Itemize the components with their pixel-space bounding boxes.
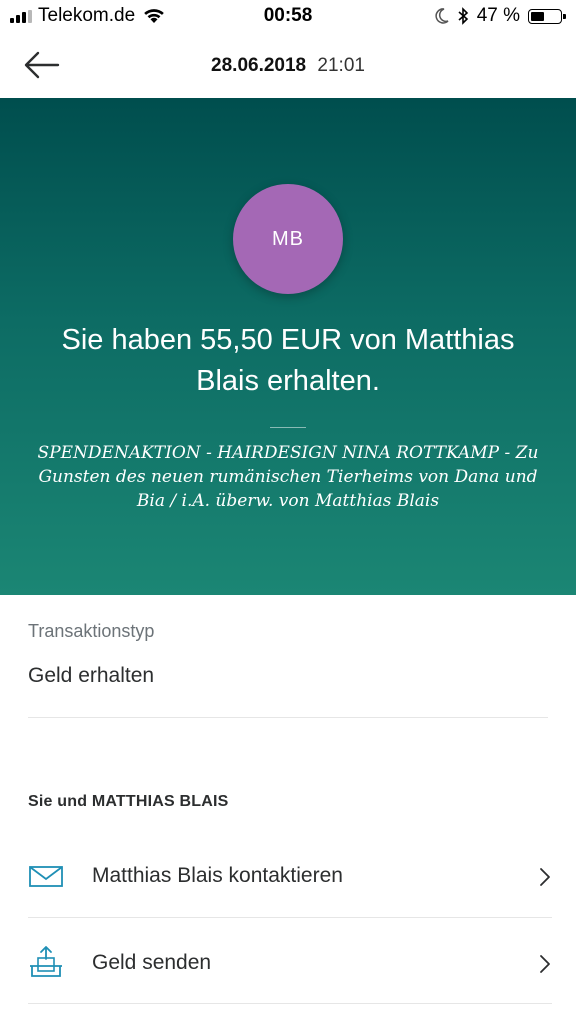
battery-icon [528, 8, 566, 24]
transaction-time: 21:01 [317, 55, 365, 76]
status-bar-right: 47 % [435, 5, 566, 27]
moon-icon [435, 8, 449, 24]
section-title: Sie und MATTHIAS BLAIS [28, 793, 229, 810]
transaction-hero: MB Sie haben 55,50 EUR von Matthias Blai… [0, 98, 576, 595]
chevron-right-icon [540, 955, 550, 973]
transaction-type-label: Transaktionstyp [28, 621, 155, 641]
send-money-button[interactable]: Geld senden [0, 920, 576, 1006]
chevron-right-icon [540, 868, 550, 886]
send-money-icon [30, 946, 62, 977]
battery-fill [531, 11, 544, 21]
transaction-type-value: Geld erhalten [28, 664, 155, 687]
transaction-memo: SPENDENAKTION - HAIRDESIGN NINA ROTTKAMP… [37, 443, 539, 511]
contact-button-label: Matthias Blais kontaktieren [92, 864, 343, 887]
divider [28, 917, 552, 918]
nav-bar: 28.06.2018 21:01 [0, 34, 576, 98]
send-money-button-label: Geld senden [92, 951, 212, 974]
transaction-date: 28.06.2018 [211, 55, 307, 76]
nav-title: 28.06.2018 21:01 [0, 55, 576, 77]
transaction-headline: Sie haben 55,50 EUR von Matthias Blais e… [61, 324, 515, 397]
divider [28, 1003, 552, 1004]
contact-button[interactable]: Matthias Blais kontaktieren [0, 833, 576, 919]
divider [28, 717, 548, 718]
hero-divider [270, 427, 306, 428]
status-bar: Telekom.de 00:58 47 % [0, 0, 576, 34]
battery-percent: 47 % [476, 5, 520, 26]
avatar: MB [233, 184, 343, 294]
mail-icon [29, 866, 63, 887]
bluetooth-icon [458, 7, 468, 25]
